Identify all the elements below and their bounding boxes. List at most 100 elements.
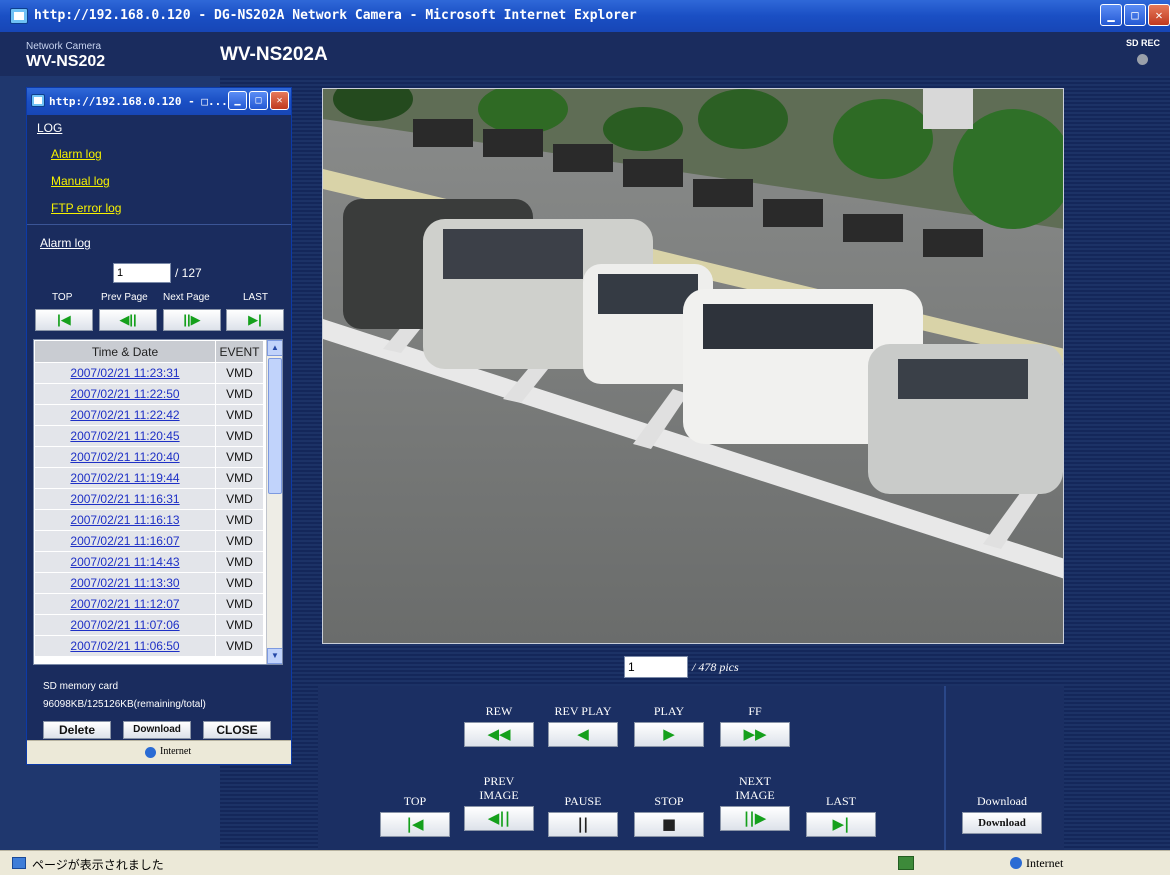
log-time-link[interactable]: 2007/02/21 11:23:31 xyxy=(34,362,216,384)
log-event: VMD xyxy=(215,383,264,405)
table-row: 2007/02/21 11:14:43 VMD xyxy=(34,551,264,573)
log-event: VMD xyxy=(215,425,264,447)
log-time-link[interactable]: 2007/02/21 11:16:13 xyxy=(34,509,216,531)
table-row: 2007/02/21 11:07:06 VMD xyxy=(34,614,264,636)
log-time-link[interactable]: 2007/02/21 11:07:06 xyxy=(34,614,216,636)
column-header-event: EVENT xyxy=(215,340,264,363)
next-image-control: NEXT IMAGE ||▶ xyxy=(720,774,790,831)
rev-play-control: REV PLAY ◀ xyxy=(548,704,618,747)
popup-maximize-icon[interactable]: □ xyxy=(249,91,268,110)
table-row: 2007/02/21 11:22:50 VMD xyxy=(34,383,264,405)
log-event: VMD xyxy=(215,446,264,468)
log-time-link[interactable]: 2007/02/21 11:22:42 xyxy=(34,404,216,426)
log-event: VMD xyxy=(215,572,264,594)
alarm-log-link[interactable]: Alarm log xyxy=(51,147,291,161)
picture-counter: / 478 pics xyxy=(624,656,739,678)
ff-button[interactable]: ▶▶ xyxy=(720,722,790,747)
rew-icon: ◀◀ xyxy=(487,725,511,743)
popup-close-icon[interactable]: ✕ xyxy=(270,91,289,110)
table-row: 2007/02/21 11:12:07 VMD xyxy=(34,593,264,615)
log-time-link[interactable]: 2007/02/21 11:14:43 xyxy=(34,551,216,573)
popup-download-button[interactable]: Download xyxy=(123,721,191,739)
rew-button[interactable]: ◀◀ xyxy=(464,722,534,747)
rev-play-button[interactable]: ◀ xyxy=(548,722,618,747)
delete-button[interactable]: Delete xyxy=(43,721,111,739)
maximize-icon[interactable]: □ xyxy=(1124,4,1146,26)
log-time-link[interactable]: 2007/02/21 11:22:50 xyxy=(34,383,216,405)
play-control: PLAY ▶ xyxy=(634,704,704,747)
picture-number-input[interactable] xyxy=(624,656,688,678)
top-control: TOP |◀ xyxy=(380,794,450,837)
step-forward-icon: ||▶ xyxy=(183,312,201,327)
sd-rec-led-icon xyxy=(1137,54,1149,65)
section-title[interactable]: Alarm log xyxy=(40,236,91,250)
parking-lot-image xyxy=(323,89,1063,643)
prev-image-button[interactable]: ◀|| xyxy=(464,806,534,831)
ff-control: FF ▶▶ xyxy=(720,704,790,747)
prev-page-button[interactable]: ◀|| xyxy=(99,309,157,331)
popup-close-button[interactable]: CLOSE xyxy=(203,721,271,739)
minimize-icon[interactable]: ▁ xyxy=(1100,4,1122,26)
next-image-button[interactable]: ||▶ xyxy=(720,806,790,831)
page-number-input[interactable] xyxy=(113,263,171,283)
stop-button[interactable]: ■ xyxy=(634,812,704,837)
log-header[interactable]: LOG xyxy=(37,121,291,135)
log-event: VMD xyxy=(215,593,264,615)
scroll-down-icon[interactable]: ▼ xyxy=(267,648,282,664)
pause-button[interactable]: || xyxy=(548,812,618,837)
table-row: 2007/02/21 11:20:40 VMD xyxy=(34,446,264,468)
nav-prev-label: Prev Page xyxy=(101,292,148,303)
popup-minimize-icon[interactable]: ▁ xyxy=(228,91,247,110)
stop-label: STOP xyxy=(654,794,684,808)
log-time-link[interactable]: 2007/02/21 11:16:31 xyxy=(34,488,216,510)
pause-label: PAUSE xyxy=(564,794,602,808)
scroll-up-icon[interactable]: ▲ xyxy=(267,340,282,356)
log-time-link[interactable]: 2007/02/21 11:19:44 xyxy=(34,467,216,489)
zone-text: Internet xyxy=(1026,856,1064,870)
scroll-thumb[interactable] xyxy=(268,358,282,494)
last-button[interactable]: ▶| xyxy=(806,812,876,837)
table-row: 2007/02/21 11:22:42 VMD xyxy=(34,404,264,426)
popup-zone-text: Internet xyxy=(160,746,192,757)
rev-play-icon: ◀ xyxy=(577,725,589,743)
page-title: WV-NS202A xyxy=(220,44,328,65)
next-page-button[interactable]: ||▶ xyxy=(163,309,221,331)
pause-control: PAUSE || xyxy=(548,794,618,837)
camera-model-small: WV-NS202 xyxy=(26,53,106,70)
first-page-button[interactable]: |◀ xyxy=(35,309,93,331)
table-row: 2007/02/21 11:16:13 VMD xyxy=(34,509,264,531)
close-icon[interactable]: ✕ xyxy=(1148,4,1170,26)
log-time-link[interactable]: 2007/02/21 11:20:40 xyxy=(34,446,216,468)
globe-icon xyxy=(1010,857,1022,869)
prev-image-control: PREV IMAGE ◀|| xyxy=(464,774,534,831)
log-time-link[interactable]: 2007/02/21 11:13:30 xyxy=(34,572,216,594)
next-label-line1: NEXT xyxy=(739,774,771,788)
download-button[interactable]: Download xyxy=(962,812,1042,834)
next-label-line2: IMAGE xyxy=(735,788,775,802)
ftp-error-log-link[interactable]: FTP error log xyxy=(51,201,291,215)
table-row: 2007/02/21 11:16:31 VMD xyxy=(34,488,264,510)
step-forward-icon: ||▶ xyxy=(743,809,767,827)
log-event: VMD xyxy=(215,488,264,510)
log-scrollbar[interactable]: ▲ ▼ xyxy=(266,340,282,664)
ie-icon xyxy=(10,8,28,24)
play-button[interactable]: ▶ xyxy=(634,722,704,747)
log-event: VMD xyxy=(215,509,264,531)
skip-end-icon: ▶| xyxy=(248,312,262,327)
last-page-button[interactable]: ▶| xyxy=(226,309,284,331)
step-back-icon: ◀|| xyxy=(487,809,511,827)
popup-ie-icon xyxy=(31,94,45,107)
log-time-link[interactable]: 2007/02/21 11:20:45 xyxy=(34,425,216,447)
manual-log-link[interactable]: Manual log xyxy=(51,174,291,188)
log-time-link[interactable]: 2007/02/21 11:12:07 xyxy=(34,593,216,615)
log-event: VMD xyxy=(215,404,264,426)
log-event: VMD xyxy=(215,551,264,573)
controls-divider xyxy=(944,686,946,850)
log-event: VMD xyxy=(215,635,264,657)
top-button[interactable]: |◀ xyxy=(380,812,450,837)
camera-image xyxy=(322,88,1064,644)
log-time-link[interactable]: 2007/02/21 11:16:07 xyxy=(34,530,216,552)
sd-card-usage: 96098KB/125126KB(remaining/total) xyxy=(43,699,206,710)
playback-controls: REW ◀◀ REV PLAY ◀ PLAY ▶ FF ▶▶ TOP |◀ PR… xyxy=(318,686,1064,850)
log-time-link[interactable]: 2007/02/21 11:06:50 xyxy=(34,635,216,657)
